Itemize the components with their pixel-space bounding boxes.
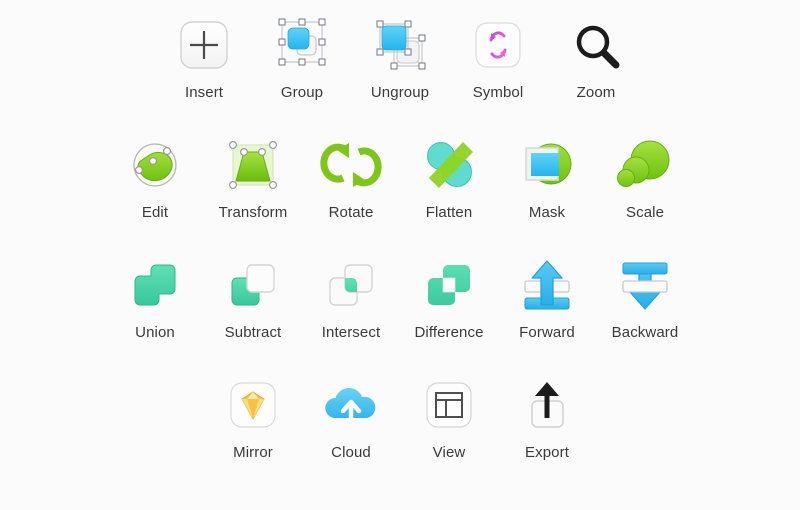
palette-item-label: Symbol	[472, 84, 524, 101]
layout-panel-icon[interactable]	[414, 370, 484, 440]
palette-item-label: Export	[525, 444, 569, 461]
scale-circles-icon[interactable]	[610, 130, 680, 200]
palette-item-label: Backward	[611, 324, 679, 341]
group-selection-icon[interactable]	[267, 10, 337, 80]
export-upload-icon[interactable]	[512, 370, 582, 440]
palette-item-label: Insert	[184, 84, 224, 101]
plus-square-icon[interactable]	[169, 10, 239, 80]
send-backward-arrow-icon[interactable]	[610, 250, 680, 320]
palette-item-label: Group	[280, 84, 324, 101]
palette-item-rotate[interactable]: Rotate	[302, 130, 400, 222]
palette-item-label: Cloud	[331, 444, 371, 461]
palette-item-label: Difference	[414, 324, 484, 341]
palette-item-flatten[interactable]: Flatten	[400, 130, 498, 222]
palette-item-label: Intersect	[321, 324, 381, 341]
boolean-union-icon[interactable]	[120, 250, 190, 320]
palette-item-ungroup[interactable]: Ungroup	[351, 10, 449, 102]
palette-item-symbol[interactable]: Symbol	[449, 10, 547, 102]
palette-row-1: Insert Group Ungroup Symbol Zoom	[0, 10, 800, 130]
boolean-difference-icon[interactable]	[414, 250, 484, 320]
sketch-diamond-icon[interactable]	[218, 370, 288, 440]
flatten-circles-icon[interactable]	[414, 130, 484, 200]
palette-item-intersect[interactable]: Intersect	[302, 250, 400, 342]
palette-item-insert[interactable]: Insert	[155, 10, 253, 102]
palette-item-transform[interactable]: Transform	[204, 130, 302, 222]
palette-item-mask[interactable]: Mask	[498, 130, 596, 222]
palette-row-4: Mirror Cloud View Export	[0, 370, 800, 490]
palette-item-label: Subtract	[224, 324, 282, 341]
palette-item-label: Forward	[519, 324, 575, 341]
palette-item-forward[interactable]: Forward	[498, 250, 596, 342]
palette-item-label: Edit	[141, 204, 169, 221]
palette-item-cloud[interactable]: Cloud	[302, 370, 400, 462]
palette-item-scale[interactable]: Scale	[596, 130, 694, 222]
magnifier-icon[interactable]	[561, 10, 631, 80]
palette-item-label: Transform	[218, 204, 288, 221]
ungroup-selection-icon[interactable]	[365, 10, 435, 80]
palette-item-union[interactable]: Union	[106, 250, 204, 342]
palette-item-subtract[interactable]: Subtract	[204, 250, 302, 342]
palette-item-mirror[interactable]: Mirror	[204, 370, 302, 462]
palette-item-label: View	[432, 444, 466, 461]
palette-item-label: Zoom	[576, 84, 616, 101]
rotate-arrows-icon[interactable]	[316, 130, 386, 200]
palette-item-backward[interactable]: Backward	[596, 250, 694, 342]
mask-square-circle-icon[interactable]	[512, 130, 582, 200]
icon-palette: Insert Group Ungroup Symbol Zoom Edit Tr…	[0, 0, 800, 510]
boolean-subtract-icon[interactable]	[218, 250, 288, 320]
palette-row-2: Edit Transform Rotate Flatten Mask Scale	[0, 130, 800, 250]
palette-item-label: Mirror	[233, 444, 273, 461]
palette-item-label: Mask	[528, 204, 566, 221]
transform-trapezoid-icon[interactable]	[218, 130, 288, 200]
palette-item-difference[interactable]: Difference	[400, 250, 498, 342]
palette-item-zoom[interactable]: Zoom	[547, 10, 645, 102]
palette-item-label: Ungroup	[370, 84, 430, 101]
palette-item-label: Scale	[625, 204, 665, 221]
palette-item-export[interactable]: Export	[498, 370, 596, 462]
palette-item-label: Flatten	[425, 204, 473, 221]
palette-item-group[interactable]: Group	[253, 10, 351, 102]
cloud-upload-icon[interactable]	[316, 370, 386, 440]
boolean-intersect-icon[interactable]	[316, 250, 386, 320]
symbol-refresh-icon[interactable]	[463, 10, 533, 80]
palette-row-3: Union Subtract Intersect Difference Forw…	[0, 250, 800, 370]
palette-item-view[interactable]: View	[400, 370, 498, 462]
edit-vector-points-icon[interactable]	[120, 130, 190, 200]
palette-item-edit[interactable]: Edit	[106, 130, 204, 222]
palette-item-label: Rotate	[328, 204, 374, 221]
bring-forward-arrow-icon[interactable]	[512, 250, 582, 320]
palette-item-label: Union	[135, 324, 175, 341]
